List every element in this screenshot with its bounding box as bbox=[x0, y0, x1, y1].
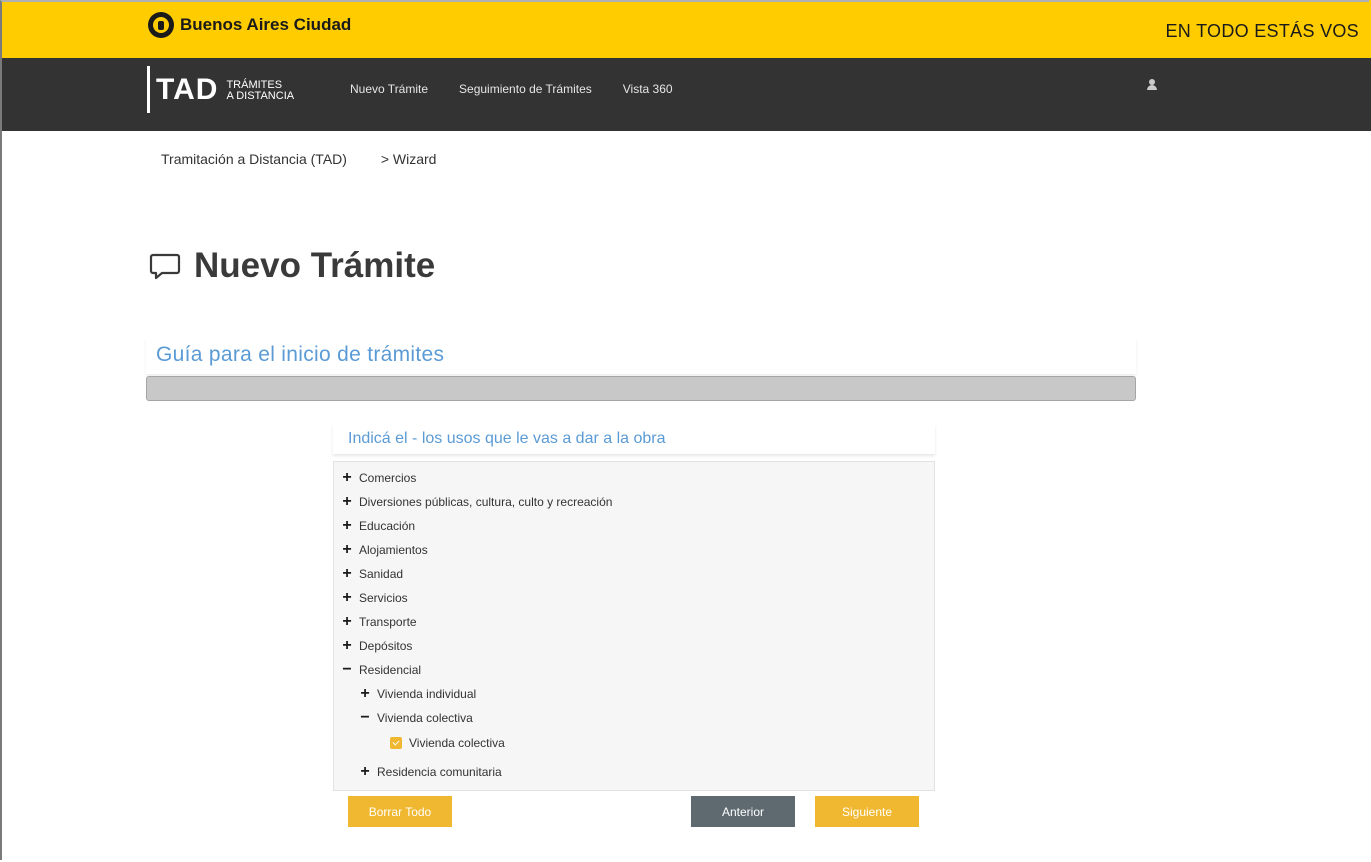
tree-leaf-vivienda-colectiva: Vivienda colectiva bbox=[390, 735, 505, 751]
tree-item-residencia-comunitaria: + Residencia comunitaria bbox=[358, 764, 502, 780]
tree-item-residencial: − Residencial bbox=[340, 662, 421, 678]
tree-item-label[interactable]: Vivienda colectiva bbox=[409, 736, 505, 750]
tree-item-diversiones: + Diversiones públicas, cultura, culto y… bbox=[340, 494, 612, 510]
tree-item-educacion: + Educación bbox=[340, 518, 415, 534]
tad-subtitle-line2: A DISTANCIA bbox=[226, 89, 295, 102]
nav-link-nuevo-tramite[interactable]: Nuevo Trámite bbox=[350, 82, 428, 96]
previous-button[interactable]: Anterior bbox=[691, 796, 795, 827]
usage-tree: + Comercios + Diversiones públicas, cult… bbox=[333, 461, 935, 791]
tree-item-label[interactable]: Transporte bbox=[359, 615, 417, 629]
tad-logo-subtitle: TRÁMITES A DISTANCIA bbox=[226, 79, 295, 102]
tree-item-label[interactable]: Diversiones públicas, cultura, culto y r… bbox=[359, 495, 612, 509]
nav-links: Nuevo Trámite Seguimiento de Trámites Vi… bbox=[350, 82, 704, 96]
breadcrumb: Tramitación a Distancia (TAD) > Wizard bbox=[161, 151, 436, 167]
expand-plus-icon[interactable]: + bbox=[340, 566, 354, 582]
wizard-progress-bar bbox=[146, 376, 1136, 401]
tree-item-label[interactable]: Vivienda colectiva bbox=[377, 711, 473, 725]
tree-item-comercios: + Comercios bbox=[340, 470, 416, 486]
expand-plus-icon[interactable]: + bbox=[340, 542, 354, 558]
collapse-minus-icon[interactable]: − bbox=[340, 662, 354, 678]
expand-plus-icon[interactable]: + bbox=[340, 470, 354, 486]
tree-item-vivienda-individual: + Vivienda individual bbox=[358, 686, 476, 702]
tad-logo-text: TAD bbox=[156, 72, 219, 106]
guide-header: Guía para el inicio de trámites bbox=[146, 338, 1136, 374]
checked-checkbox[interactable] bbox=[390, 737, 402, 749]
expand-plus-icon[interactable]: + bbox=[358, 764, 372, 780]
clear-all-button[interactable]: Borrar Todo bbox=[348, 796, 452, 827]
collapse-minus-icon[interactable]: − bbox=[358, 710, 372, 726]
expand-plus-icon[interactable]: + bbox=[340, 518, 354, 534]
tree-item-label[interactable]: Sanidad bbox=[359, 567, 403, 581]
question-header: Indicá el - los usos que le vas a dar a … bbox=[333, 424, 935, 454]
expand-plus-icon[interactable]: + bbox=[358, 686, 372, 702]
question-text: Indicá el - los usos que le vas a dar a … bbox=[348, 430, 666, 447]
tree-item-label[interactable]: Depósitos bbox=[359, 639, 412, 653]
slogan: EN TODO ESTÁS VOS bbox=[1165, 21, 1359, 41]
user-icon[interactable] bbox=[1147, 79, 1157, 91]
guide-title: Guía para el inicio de trámites bbox=[156, 343, 445, 366]
top-header-bar: Buenos Aires Ciudad EN TODO ESTÁS VOS bbox=[0, 0, 1371, 58]
expand-plus-icon[interactable]: + bbox=[340, 590, 354, 606]
breadcrumb-current: > Wizard bbox=[380, 151, 437, 167]
tree-item-label[interactable]: Educación bbox=[359, 519, 415, 533]
tad-logo[interactable]: TAD TRÁMITES A DISTANCIA bbox=[147, 66, 294, 113]
brand-logo-link[interactable]: Buenos Aires Ciudad bbox=[148, 12, 351, 38]
next-button[interactable]: Siguiente bbox=[815, 796, 919, 827]
speech-bubble-icon bbox=[149, 253, 181, 280]
tree-item-label[interactable]: Servicios bbox=[359, 591, 408, 605]
nav-link-vista-360[interactable]: Vista 360 bbox=[623, 82, 673, 96]
tree-item-label[interactable]: Vivienda individual bbox=[377, 687, 476, 701]
main-navbar: TAD TRÁMITES A DISTANCIA Nuevo Trámite S… bbox=[0, 58, 1371, 131]
tree-item-servicios: + Servicios bbox=[340, 590, 408, 606]
tree-item-label[interactable]: Alojamientos bbox=[359, 543, 428, 557]
page-title: Nuevo Trámite bbox=[148, 246, 435, 286]
expand-plus-icon[interactable]: + bbox=[340, 614, 354, 630]
expand-plus-icon[interactable]: + bbox=[340, 638, 354, 654]
brand-name: Buenos Aires Ciudad bbox=[180, 15, 352, 34]
tree-item-label[interactable]: Residencia comunitaria bbox=[377, 765, 502, 779]
tree-item-label[interactable]: Residencial bbox=[359, 663, 421, 677]
city-seal-icon bbox=[148, 12, 174, 38]
tree-item-alojamientos: + Alojamientos bbox=[340, 542, 428, 558]
page-title-text: Nuevo Trámite bbox=[194, 246, 436, 285]
tree-item-transporte: + Transporte bbox=[340, 614, 417, 630]
tree-item-sanidad: + Sanidad bbox=[340, 566, 403, 582]
tree-item-label[interactable]: Comercios bbox=[359, 471, 416, 485]
expand-plus-icon[interactable]: + bbox=[340, 494, 354, 510]
breadcrumb-home[interactable]: Tramitación a Distancia (TAD) bbox=[161, 151, 347, 167]
tree-item-depositos: + Depósitos bbox=[340, 638, 412, 654]
nav-link-seguimiento[interactable]: Seguimiento de Trámites bbox=[459, 82, 592, 96]
tree-item-vivienda-colectiva: − Vivienda colectiva bbox=[358, 710, 473, 726]
